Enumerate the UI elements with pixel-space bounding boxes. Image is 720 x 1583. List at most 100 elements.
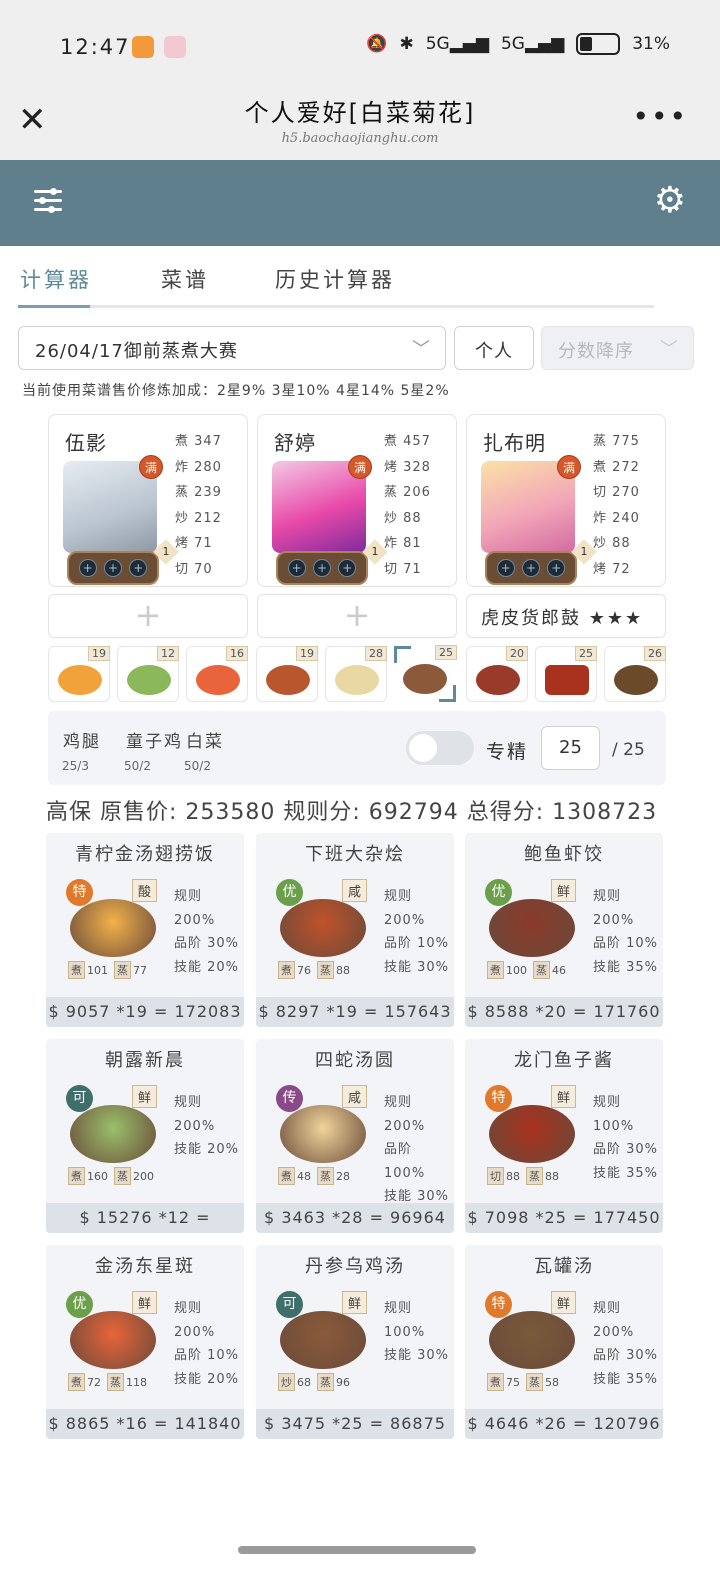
skill-value: 118 bbox=[126, 1376, 147, 1389]
skill-value: 101 bbox=[87, 964, 108, 977]
chef-card[interactable]: 扎布明 满 + + + 1 蒸 775 煮 272 切 270 炸 240 炒 88… bbox=[466, 414, 666, 587]
page-url: h5.baochaojianghu.com bbox=[281, 131, 439, 146]
recipe-price: $ 3463 *28 = 96964 bbox=[256, 1203, 454, 1233]
slot-plus-icon[interactable]: + bbox=[521, 559, 540, 577]
recipe-grade-badge: 优 bbox=[485, 879, 512, 906]
recipe-rules: 规则 200% 品阶 30% 技能 20% bbox=[174, 885, 244, 979]
specialty-toggle[interactable] bbox=[406, 731, 474, 765]
contest-select[interactable]: 26/04/17御前蒸煮大赛 ﹀ bbox=[18, 326, 446, 370]
dish-icon bbox=[545, 665, 589, 695]
chef-card[interactable]: 伍影 满 + + + 1 煮 347 炸 280 蒸 239 炒 212 烤 71 … bbox=[48, 414, 248, 587]
recipe-price: $ 9057 *19 = 172083 bbox=[46, 997, 244, 1027]
skill-value: 200 bbox=[133, 1170, 154, 1183]
recipe-thumb-count: 26 bbox=[644, 646, 666, 661]
quantity-total: / 25 bbox=[612, 740, 645, 760]
slot-plus-icon[interactable]: + bbox=[103, 559, 122, 577]
app-notification-icon bbox=[132, 36, 154, 58]
recipe-thumb[interactable]: 28 bbox=[325, 646, 387, 702]
recipe-card[interactable]: 丹参乌鸡汤 可 鲜 规则 100% 技能 30% 炒 68 蒸 96 $ 3475 *2… bbox=[256, 1245, 454, 1439]
recipe-card[interactable]: 四蛇汤圆 传 咸 规则 200% 品阶 100% 技能 30% 煮 48 蒸 28 $ 3… bbox=[256, 1039, 454, 1233]
recipe-card[interactable]: 青柠金汤翅捞饭 特 酸 规则 200% 品阶 30% 技能 20% 煮 101 蒸 77 … bbox=[46, 833, 244, 1027]
dish-icon bbox=[266, 665, 310, 695]
more-options-icon[interactable]: ••• bbox=[632, 100, 688, 133]
sort-select[interactable]: 分数降序 ﹀ bbox=[541, 326, 694, 370]
ingredient-name: 白菜 bbox=[186, 732, 224, 752]
recipe-thumb[interactable]: 25 bbox=[535, 646, 597, 702]
add-equipment-button[interactable]: + bbox=[257, 594, 457, 638]
recipe-thumb[interactable]: 20 bbox=[466, 646, 528, 702]
slot-plus-icon[interactable]: + bbox=[312, 559, 331, 577]
chef-equipment-slots[interactable]: + + + bbox=[67, 551, 159, 585]
filter-sliders-icon[interactable] bbox=[34, 186, 62, 216]
skill-value: 28 bbox=[336, 1170, 350, 1183]
recipe-rule: 品阶 30% bbox=[593, 1348, 659, 1363]
slot-plus-icon[interactable]: + bbox=[129, 559, 148, 577]
chef-card[interactable]: 舒婷 满 + + + 1 煮 457 烤 328 蒸 206 炒 88 炸 81 切… bbox=[257, 414, 457, 587]
recipe-thumb-selected[interactable]: 25 bbox=[394, 645, 457, 702]
recipe-card[interactable]: 瓦罐汤 特 鲜 规则 200% 品阶 30% 技能 35% 煮 75 蒸 58 $ 464… bbox=[465, 1245, 663, 1439]
recipe-thumb[interactable]: 16 bbox=[186, 646, 248, 702]
recipe-thumb-count: 28 bbox=[365, 646, 387, 661]
equipment-item[interactable]: 虎皮货郎鼓 ★★★ bbox=[466, 594, 666, 638]
skill-type: 蒸 bbox=[317, 961, 334, 979]
skill-type: 切 bbox=[487, 1167, 504, 1185]
dish-icon bbox=[403, 664, 447, 694]
skill-type: 蒸 bbox=[317, 1373, 334, 1391]
skill-value: 72 bbox=[87, 1376, 101, 1389]
recipe-rules: 规则 200% 品阶 10% 技能 30% bbox=[384, 885, 454, 979]
recipe-rule: 规则 200% bbox=[174, 1095, 216, 1134]
recipe-skill: 炒 68 bbox=[278, 1373, 311, 1391]
recipe-card[interactable]: 鲍鱼虾饺 优 鲜 规则 200% 品阶 10% 技能 35% 煮 100 蒸 46 $ 8… bbox=[465, 833, 663, 1027]
tab-calculator[interactable]: 计算器 bbox=[20, 264, 92, 294]
recipe-thumb[interactable]: 19 bbox=[256, 646, 318, 702]
dish-icon bbox=[70, 1105, 156, 1163]
recipe-skills: 煮 100 蒸 46 bbox=[487, 961, 566, 979]
system-icons: 🔕 ✱ 5G▂▄▆ 5G▂▄▆ 31% bbox=[366, 33, 670, 55]
mute-icon: 🔕 bbox=[366, 34, 388, 54]
recipe-price: $ 3475 *25 = 86875 bbox=[256, 1409, 454, 1439]
slot-plus-icon[interactable]: + bbox=[78, 559, 97, 577]
skill-type: 煮 bbox=[68, 1167, 85, 1185]
slot-plus-icon[interactable]: + bbox=[496, 559, 515, 577]
chef-equipment-slots[interactable]: + + + bbox=[276, 551, 368, 585]
recipe-thumb[interactable]: 19 bbox=[48, 646, 110, 702]
recipe-card[interactable]: 金汤东星斑 优 鲜 规则 200% 品阶 10% 技能 20% 煮 72 蒸 118 $ … bbox=[46, 1245, 244, 1439]
chef-name: 伍影 bbox=[65, 431, 107, 455]
slot-plus-icon[interactable]: + bbox=[547, 559, 566, 577]
recipe-skill: 蒸 118 bbox=[107, 1373, 147, 1391]
recipe-grade-badge: 特 bbox=[485, 1085, 512, 1112]
skill-type: 煮 bbox=[278, 961, 295, 979]
home-indicator[interactable] bbox=[238, 1546, 476, 1554]
recipe-thumb-count: 12 bbox=[157, 646, 179, 661]
recipe-skills: 煮 160 蒸 200 bbox=[68, 1167, 154, 1185]
mode-button[interactable]: 个人 bbox=[454, 326, 534, 370]
skill-type: 炒 bbox=[278, 1373, 295, 1391]
recipe-skills: 炒 68 蒸 96 bbox=[278, 1373, 350, 1391]
recipe-card[interactable]: 下班大杂烩 优 咸 规则 200% 品阶 10% 技能 30% 煮 76 蒸 88 $ 8… bbox=[256, 833, 454, 1027]
recipe-thumb-count: 25 bbox=[435, 645, 457, 660]
recipe-skill: 煮 48 bbox=[278, 1167, 311, 1185]
slot-plus-icon[interactable]: + bbox=[287, 559, 306, 577]
chef-equipment-slots[interactable]: + + + bbox=[485, 551, 577, 585]
recipe-card[interactable]: 龙门鱼子酱 特 鲜 规则 100% 品阶 30% 技能 35% 切 88 蒸 88 $ 7… bbox=[465, 1039, 663, 1233]
recipe-skill: 蒸 96 bbox=[317, 1373, 350, 1391]
recipe-card[interactable]: 朝露新晨 可 鲜 规则 200% 技能 20% 煮 160 蒸 200 $ 15276 … bbox=[46, 1039, 244, 1233]
ingredient-name: 童子鸡 bbox=[126, 732, 183, 752]
tab-divider bbox=[18, 305, 654, 308]
skill-value: 96 bbox=[336, 1376, 350, 1389]
slot-plus-icon[interactable]: + bbox=[338, 559, 357, 577]
tab-history[interactable]: 历史计算器 bbox=[275, 264, 395, 294]
chef-stat: 炒 212 bbox=[175, 510, 222, 526]
recipe-thumb[interactable]: 12 bbox=[117, 646, 179, 702]
chevron-down-icon: ﹀ bbox=[660, 339, 679, 360]
add-equipment-button[interactable]: + bbox=[48, 594, 248, 638]
recipe-rule: 规则 100% bbox=[384, 1301, 426, 1340]
contest-select-value: 26/04/17御前蒸煮大赛 bbox=[35, 341, 238, 362]
recipe-thumb[interactable]: 26 bbox=[604, 646, 666, 702]
chef-stat: 煮 272 bbox=[593, 459, 640, 475]
gear-icon[interactable]: ⚙ bbox=[654, 181, 686, 221]
tab-recipes[interactable]: 菜谱 bbox=[161, 264, 209, 294]
ingredient-qty: 25/3 bbox=[62, 759, 89, 773]
skill-value: 58 bbox=[545, 1376, 559, 1389]
quantity-input[interactable]: 25 bbox=[541, 726, 600, 770]
